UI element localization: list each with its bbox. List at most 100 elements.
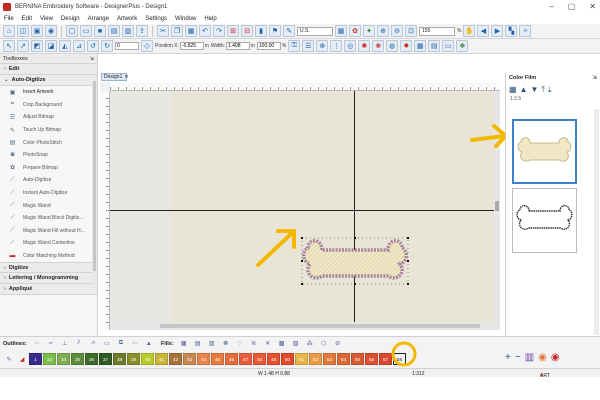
thread-icon[interactable]: ✦ (363, 25, 375, 37)
position-x-input[interactable] (179, 42, 204, 50)
color-swatch[interactable]: 55 (351, 353, 364, 365)
paste-icon[interactable]: ▦ (185, 25, 197, 37)
view-grid-icon[interactable]: ▤ (428, 40, 441, 52)
hoop-layout-icon[interactable]: ◎ (344, 40, 357, 52)
center-icon[interactable]: ⊕ (316, 40, 329, 52)
print-preview-icon[interactable]: ▤ (108, 25, 120, 37)
outline-icon[interactable]: ◍ (386, 40, 399, 52)
measure-icon[interactable]: ✎ (283, 25, 295, 37)
sculpture-fill-icon[interactable]: ▩ (276, 339, 288, 348)
polygon-select-icon[interactable]: ◩ (31, 40, 43, 52)
tool-item[interactable]: ✎ Touch Up Bitmap (0, 124, 97, 137)
mirror-horizontal-icon[interactable]: ⊿ (73, 40, 85, 52)
color-swatch[interactable]: 39 (127, 353, 140, 365)
move-down-icon[interactable]: ▼ (530, 85, 538, 94)
colors-icon[interactable]: ▚ (505, 25, 518, 37)
color-swatch[interactable]: 45 (211, 353, 224, 365)
design-canvas[interactable] (100, 82, 500, 330)
move-up-icon[interactable]: ▲ (520, 85, 528, 94)
mirror-icon[interactable]: ◭ (59, 40, 71, 52)
screen-icon[interactable]: ▭ (442, 40, 455, 52)
tool-item[interactable]: ☰ Adjust Bitmap (0, 111, 97, 124)
menu-window[interactable]: Window (175, 16, 196, 22)
lock-icon[interactable]: ▮ (255, 25, 267, 37)
selection-handle[interactable] (301, 283, 303, 285)
motif-outline-icon[interactable]: ⧉ (115, 339, 127, 348)
align-icon[interactable]: ☰ (302, 40, 315, 52)
hoop-icon[interactable]: ◫ (17, 25, 29, 37)
maximize-button[interactable]: ▢ (568, 2, 576, 11)
tool-item[interactable]: ⌗ Crop Background (0, 99, 97, 112)
film-frame-outline[interactable] (512, 188, 577, 253)
section-edit[interactable]: › Edit (0, 64, 97, 75)
color-swatch[interactable]: 49 (267, 353, 280, 365)
stipple-fill-icon[interactable]: ⁂ (304, 339, 316, 348)
menu-view[interactable]: View (40, 16, 53, 22)
color-swatch[interactable]: 33 (43, 353, 56, 365)
realistic-view-icon[interactable]: ❖ (456, 40, 469, 52)
design-view-icon[interactable]: ▣ (31, 25, 43, 37)
color-swatch[interactable]: 41 (155, 353, 168, 365)
group-icon[interactable]: ⊞ (227, 25, 239, 37)
selection-handle[interactable] (407, 237, 409, 239)
color-swatch[interactable]: 1 (29, 353, 42, 365)
zoom-in-icon[interactable]: ⊕ (377, 25, 389, 37)
color-swatch[interactable]: 34 (57, 353, 70, 365)
satin-fill-icon[interactable]: ▤ (192, 339, 204, 348)
cross-stitch-icon[interactable]: ✕ (262, 339, 274, 348)
canvas-horizontal-scrollbar[interactable] (110, 322, 500, 330)
close-button[interactable]: ✕ (589, 2, 596, 11)
layout-grid-icon[interactable]: ▦ (414, 40, 427, 52)
scrollbar-thumb[interactable] (495, 201, 499, 211)
section-applique[interactable]: › Appliqué (0, 284, 97, 296)
bone-shape[interactable] (302, 239, 408, 280)
color-fill-icon[interactable]: ◢ (16, 355, 28, 364)
reshape-icon[interactable]: ↗ (17, 40, 29, 52)
tool-item[interactable]: ✿ Prepare Bitmap (0, 162, 97, 175)
color-swatch[interactable]: 52 (309, 353, 322, 365)
color-swatch[interactable]: 48 (253, 353, 266, 365)
previous-icon[interactable]: ◀ (477, 25, 490, 37)
rotate-field[interactable] (115, 42, 139, 50)
pan-icon[interactable]: ✋ (463, 25, 476, 37)
running-stitch-icon[interactable]: ┄ (31, 339, 43, 348)
satin-outline-icon[interactable]: ⫽ (73, 339, 85, 348)
heart-fill-icon[interactable]: ♡ (234, 339, 246, 348)
blanket-stitch-icon[interactable]: ⊥ (59, 339, 71, 348)
rotate-left-icon[interactable]: ↺ (87, 40, 99, 52)
zoom-select[interactable]: 155 (419, 26, 455, 36)
film-settings-icon[interactable]: ▦ (509, 85, 517, 94)
menu-help[interactable]: Help (204, 16, 216, 22)
export-icon[interactable]: ⇪ (136, 25, 148, 37)
color-swatch[interactable]: 47 (239, 353, 252, 365)
wave-fill-icon[interactable]: ≋ (248, 339, 260, 348)
color-wheel-icon[interactable]: ◉ (551, 352, 560, 363)
pin-icon[interactable]: ⇲ (90, 56, 94, 62)
step-fill-icon[interactable]: ▥ (206, 339, 218, 348)
tool-item[interactable]: ⟋ Magic Wand Fill without H... (0, 225, 97, 238)
selection-handle[interactable] (407, 260, 409, 262)
scrollbar-thumb[interactable] (160, 324, 480, 328)
color-swatch[interactable]: 38 (113, 353, 126, 365)
motif-fill-icon[interactable]: ❁ (220, 339, 232, 348)
eyedropper-icon[interactable]: ✎ (3, 355, 15, 364)
section-lettering[interactable]: › Lettering / Monogramming (0, 273, 97, 285)
triangles-icon[interactable]: ▲ (143, 339, 155, 348)
backstitch-icon[interactable]: ▭ (101, 339, 113, 348)
new-file-icon[interactable]: ▢ (66, 25, 78, 37)
zigzag-icon[interactable]: ⩘ (87, 339, 99, 348)
scrollbar-thumb[interactable] (93, 81, 96, 271)
close-icon[interactable]: ✕ (124, 74, 128, 80)
trapunto-icon[interactable]: ⬡ (318, 339, 330, 348)
tool-item[interactable]: ⟋ Instant Auto-Digitize (0, 187, 97, 200)
pin-icon[interactable]: ⇲ (592, 75, 597, 81)
next-icon[interactable]: ▶ (491, 25, 504, 37)
zoom-box-icon[interactable]: ⊡ (405, 25, 417, 37)
tool-item[interactable]: ▣ Insert Artwork (0, 86, 97, 99)
triple-stitch-icon[interactable]: ┅ (45, 339, 57, 348)
remove-color-icon[interactable]: − (515, 352, 521, 363)
fabric-select[interactable]: U.S. (297, 26, 333, 36)
color-swatch[interactable]: 37 (99, 353, 112, 365)
no-fill-icon[interactable]: ⊘ (332, 339, 344, 348)
design-library-icon[interactable]: ⌂ (3, 25, 15, 37)
